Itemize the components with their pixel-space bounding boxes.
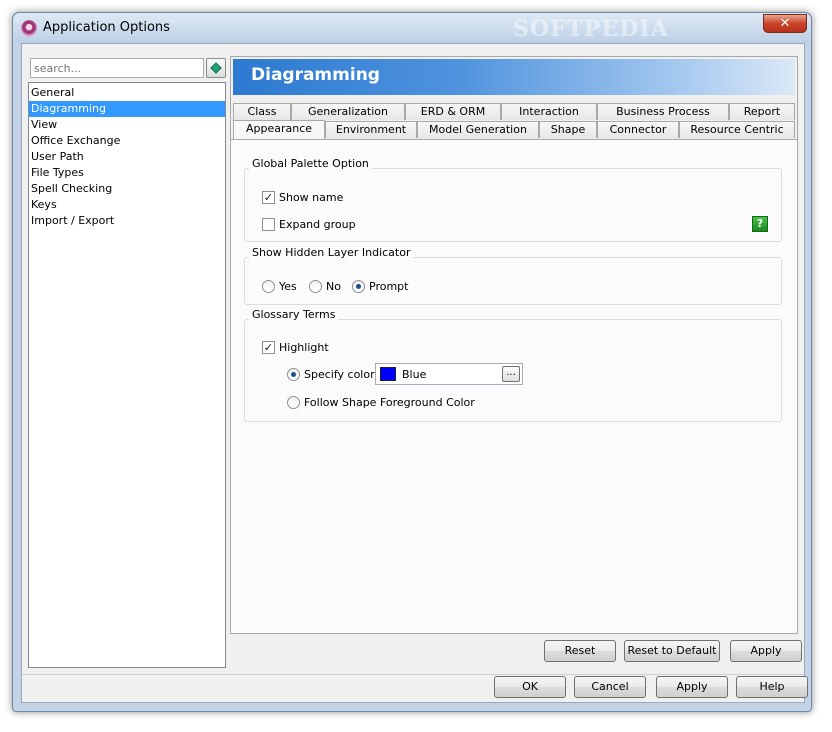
section-title: Diagramming xyxy=(251,65,380,85)
tab-generalization[interactable]: Generalization xyxy=(291,103,405,120)
tab-environment[interactable]: Environment xyxy=(325,121,417,138)
category-item-general[interactable]: General xyxy=(29,85,225,101)
hidden-layer-yes-label: Yes xyxy=(279,280,297,293)
category-item-diagramming[interactable]: Diagramming xyxy=(29,101,225,117)
specify-color-label: Specify color xyxy=(304,368,375,381)
window-title: Application Options xyxy=(43,20,170,35)
highlight-checkbox[interactable]: ✓ xyxy=(262,341,275,354)
category-panel: General Diagramming View Office Exchange… xyxy=(28,56,226,668)
tab-content-appearance: Global Palette Option ✓ Show name Expand… xyxy=(231,139,797,633)
help-question-icon[interactable]: ? xyxy=(752,216,768,232)
application-options-window: Application Options SOFTPEDIA ✕ General … xyxy=(12,12,812,712)
tab-resource-centric[interactable]: Resource Centric xyxy=(679,121,795,138)
category-list[interactable]: General Diagramming View Office Exchange… xyxy=(28,82,226,668)
reset-to-default-button[interactable]: Reset to Default xyxy=(624,640,720,662)
follow-shape-radio[interactable] xyxy=(287,396,300,409)
category-item-user-path[interactable]: User Path xyxy=(29,149,225,165)
global-palette-title: Global Palette Option xyxy=(249,157,372,170)
ok-button[interactable]: OK xyxy=(494,676,566,698)
help-button[interactable]: Help xyxy=(736,676,808,698)
dialog-client-area: General Diagramming View Office Exchange… xyxy=(21,43,808,703)
hidden-layer-group: Show Hidden Layer Indicator Yes No Promp… xyxy=(244,246,782,305)
close-button[interactable]: ✕ xyxy=(763,14,807,33)
category-item-file-types[interactable]: File Types xyxy=(29,165,225,181)
cancel-button[interactable]: Cancel xyxy=(574,676,646,698)
expand-group-checkbox[interactable] xyxy=(262,218,275,231)
tab-business-process[interactable]: Business Process xyxy=(597,103,729,120)
glossary-group: Glossary Terms ✓ Highlight Specify color… xyxy=(244,308,782,422)
category-item-import-export[interactable]: Import / Export xyxy=(29,213,225,229)
diamond-search-icon xyxy=(210,62,222,74)
category-item-spell-checking[interactable]: Spell Checking xyxy=(29,181,225,197)
expand-group-label: Expand group xyxy=(279,218,356,231)
search-input[interactable] xyxy=(31,59,203,77)
color-swatch xyxy=(380,367,396,381)
show-name-checkbox[interactable]: ✓ xyxy=(262,191,275,204)
hidden-layer-yes-radio[interactable] xyxy=(262,280,275,293)
tab-model-generation[interactable]: Model Generation xyxy=(417,121,539,138)
button-separator xyxy=(22,674,804,675)
follow-shape-label: Follow Shape Foreground Color xyxy=(304,396,475,409)
section-header: Diagramming xyxy=(233,59,795,95)
color-browse-button[interactable]: ... xyxy=(502,366,520,382)
hidden-layer-no-label: No xyxy=(326,280,341,293)
tab-interaction[interactable]: Interaction xyxy=(501,103,597,120)
tab-row-bottom: Appearance Environment Model Generation … xyxy=(231,120,797,139)
global-palette-group: Global Palette Option ✓ Show name Expand… xyxy=(244,157,782,242)
search-go-button[interactable] xyxy=(206,58,226,78)
search-box[interactable] xyxy=(30,58,204,78)
tab-class[interactable]: Class xyxy=(233,103,291,120)
specify-color-radio[interactable] xyxy=(287,368,300,381)
title-bar[interactable]: Application Options SOFTPEDIA ✕ xyxy=(13,13,811,43)
tab-shape[interactable]: Shape xyxy=(539,121,597,138)
panel-apply-button[interactable]: Apply xyxy=(730,640,802,662)
show-name-label: Show name xyxy=(279,191,344,204)
highlight-label: Highlight xyxy=(279,341,329,354)
hidden-layer-prompt-radio[interactable] xyxy=(352,280,365,293)
hidden-layer-title: Show Hidden Layer Indicator xyxy=(249,246,414,259)
color-value: Blue xyxy=(402,368,427,381)
tab-report[interactable]: Report xyxy=(729,103,795,120)
tab-appearance[interactable]: Appearance xyxy=(233,120,325,139)
close-icon: ✕ xyxy=(779,16,791,31)
tab-erd-orm[interactable]: ERD & ORM xyxy=(405,103,501,120)
dialog-apply-button[interactable]: Apply xyxy=(656,676,728,698)
category-item-office-exchange[interactable]: Office Exchange xyxy=(29,133,225,149)
category-item-view[interactable]: View xyxy=(29,117,225,133)
watermark-text: SOFTPEDIA xyxy=(513,16,669,42)
color-picker-field[interactable]: Blue ... xyxy=(375,363,523,385)
reset-button[interactable]: Reset xyxy=(544,640,616,662)
hidden-layer-prompt-label: Prompt xyxy=(369,280,409,293)
settings-panel: Diagramming Class Generalization ERD & O… xyxy=(230,56,798,634)
hidden-layer-no-radio[interactable] xyxy=(309,280,322,293)
app-logo-icon xyxy=(21,20,37,36)
tab-connector[interactable]: Connector xyxy=(597,121,679,138)
tab-row-top: Class Generalization ERD & ORM Interacti… xyxy=(231,103,797,120)
category-item-keys[interactable]: Keys xyxy=(29,197,225,213)
glossary-title: Glossary Terms xyxy=(249,308,339,321)
